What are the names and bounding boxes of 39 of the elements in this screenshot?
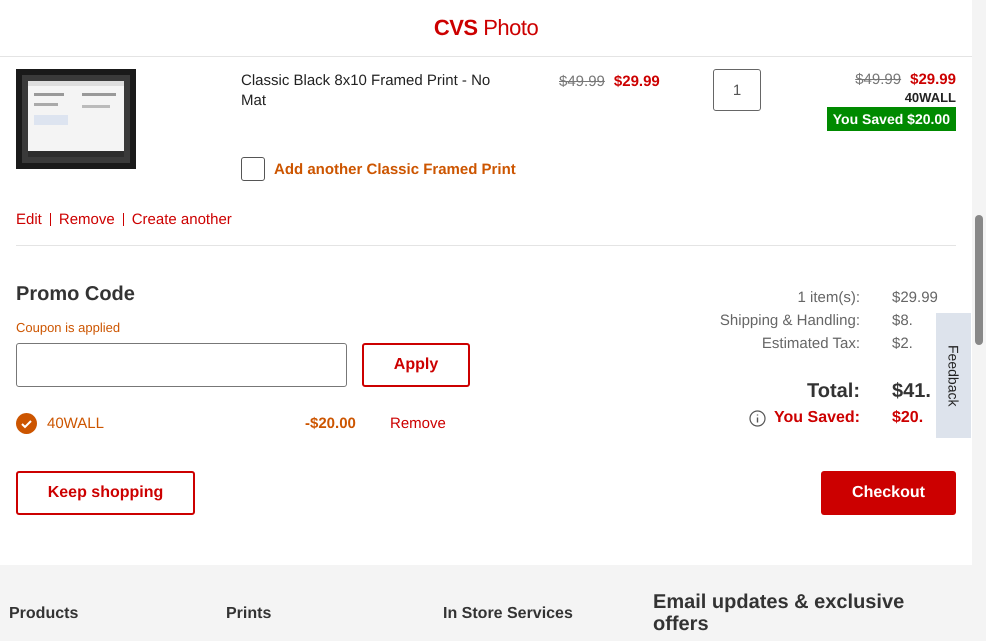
applied-code: 40WALL — [47, 415, 105, 432]
summary-value: $8. — [891, 312, 914, 329]
feedback-tab[interactable]: Feedback — [936, 313, 971, 438]
promo-code: 40WALL — [904, 90, 956, 105]
item-link[interactable]: Remove — [58, 211, 115, 228]
info-icon[interactable] — [749, 410, 766, 426]
sale-price: $29.99 — [910, 71, 956, 88]
discount-amount: -$20.00 — [305, 415, 357, 432]
quantity-field[interactable]: 1 — [713, 69, 761, 111]
footer-heading: In Store Services — [443, 605, 574, 623]
saved-value: $20. — [891, 409, 924, 427]
scrollbar[interactable] — [972, 0, 986, 641]
checkbox[interactable] — [241, 157, 265, 181]
summary-label: 1 item(s): — [796, 289, 860, 306]
total-label: Total: — [806, 380, 860, 403]
add-another-label[interactable]: Add another Classic Framed Print — [274, 160, 516, 178]
item-link[interactable]: Create another — [132, 211, 232, 228]
item-link[interactable]: Edit — [16, 211, 42, 228]
summary-value: $29.99 — [891, 289, 939, 306]
savings-badge: You Saved $20.00 — [826, 107, 956, 131]
apply-button[interactable]: Apply — [362, 343, 470, 387]
saved-label: You Saved: — [774, 409, 860, 427]
promo-title: Promo Code — [16, 283, 136, 306]
keep-shopping-button[interactable]: Keep shopping — [16, 471, 195, 515]
original-price: $49.99 — [855, 71, 902, 88]
check-icon — [16, 413, 37, 434]
footer-heading: Prints — [226, 605, 272, 623]
logo[interactable]: CVS Photo — [434, 15, 538, 41]
remove-link[interactable]: Remove — [390, 415, 446, 432]
summary-label: Estimated Tax: — [760, 335, 860, 352]
product-name: Classic Black 8x10 Framed Print - No Mat — [241, 71, 492, 111]
summary-label: Shipping & Handling: — [720, 312, 860, 329]
coupon-status: Coupon is applied — [16, 320, 122, 335]
checkout-button[interactable]: Checkout — [821, 471, 956, 515]
newsletter-title: Email updates & exclusive offers — [653, 591, 906, 637]
footer-heading: Products — [9, 605, 80, 623]
sale-price: $29.99 — [614, 73, 660, 90]
original-price: $49.99 — [559, 73, 605, 90]
promo-code-field[interactable] — [16, 343, 347, 387]
